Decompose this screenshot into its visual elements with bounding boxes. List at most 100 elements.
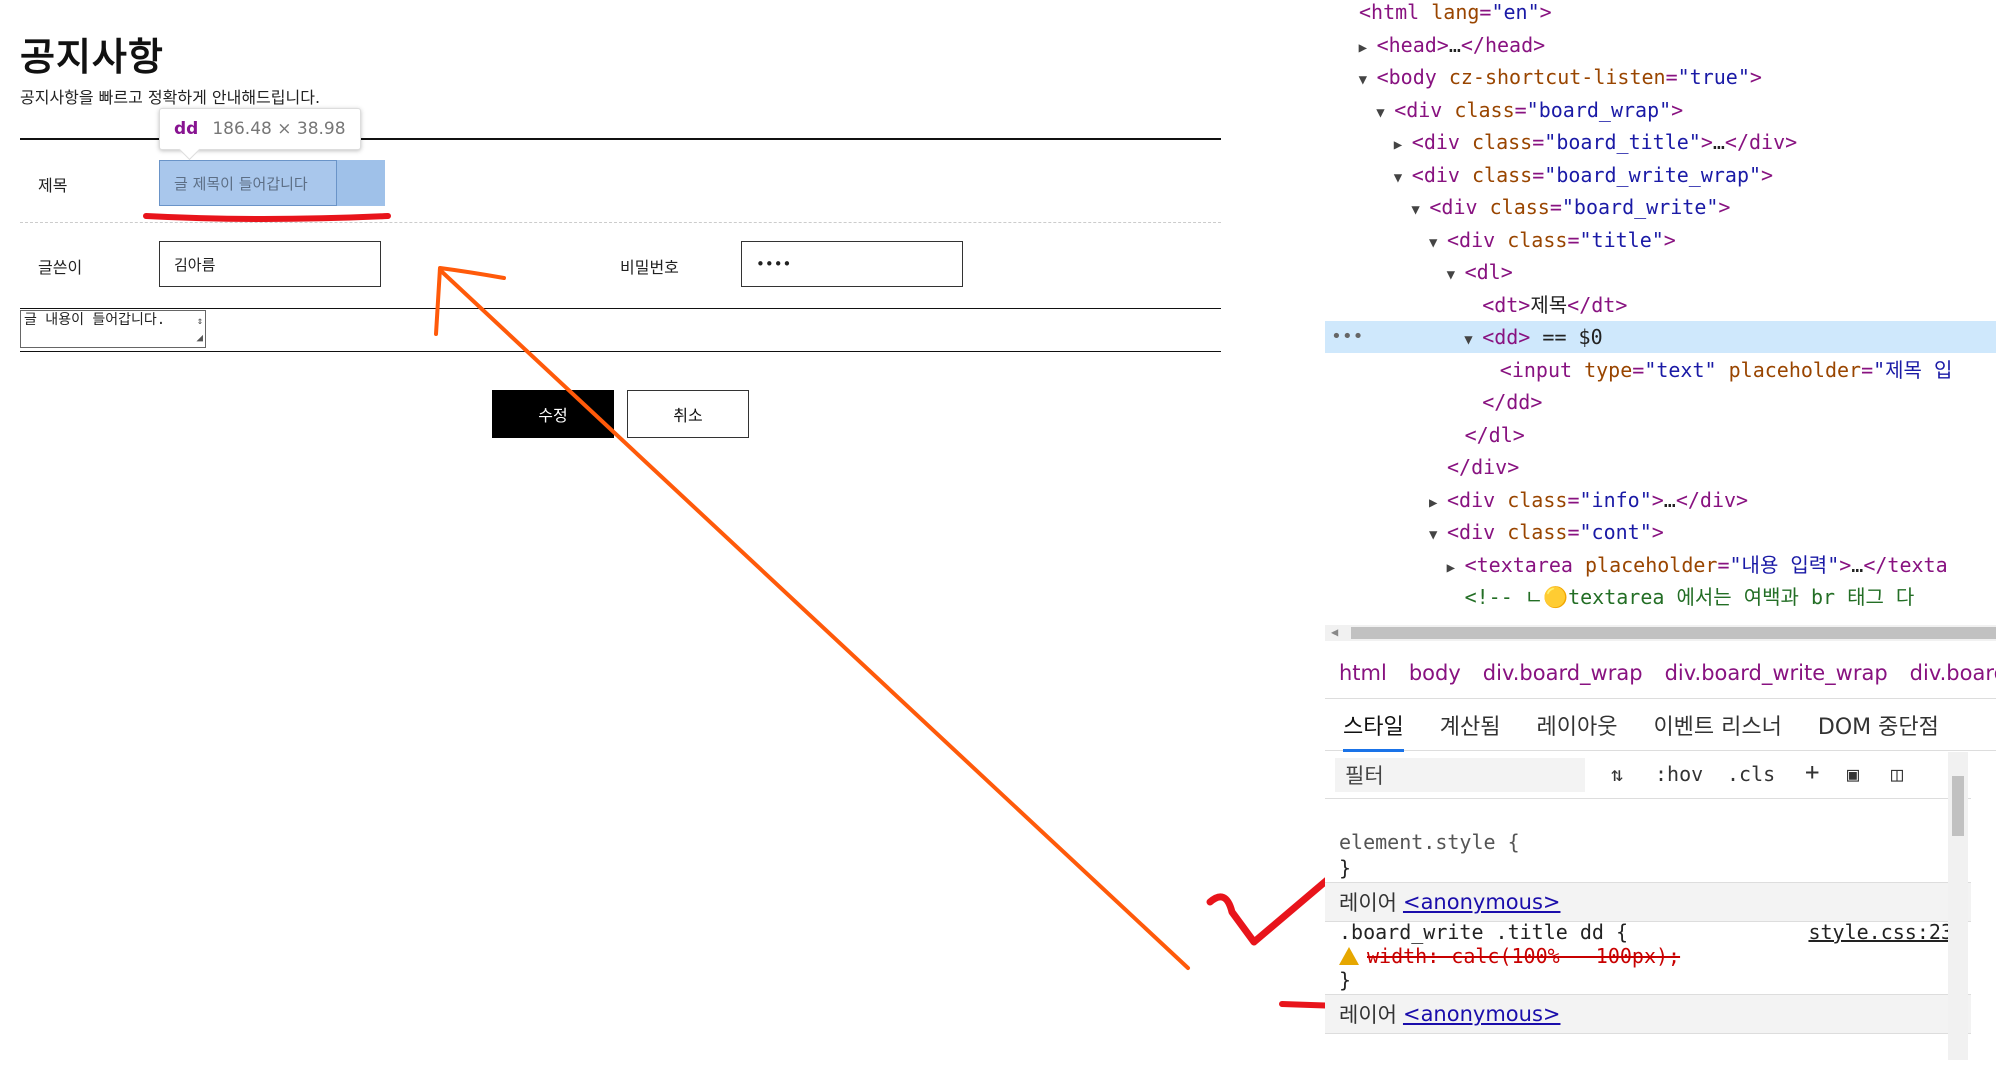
dom-node[interactable]: </dd> xyxy=(1325,386,1996,418)
dom-token: </head> xyxy=(1460,32,1546,57)
dom-token: "board_write_wrap" xyxy=(1544,162,1762,187)
cls-toggle[interactable]: .cls xyxy=(1727,762,1775,786)
dom-token: "제목 입 xyxy=(1873,357,1953,382)
new-rule-button[interactable]: + xyxy=(1805,758,1819,786)
sidebar-toggle-icon[interactable]: ◫ xyxy=(1891,762,1903,786)
dom-node[interactable]: ▶ <head>…</head> xyxy=(1325,29,1996,61)
dom-token: = xyxy=(1567,227,1580,252)
breadcrumb-item[interactable]: div.board_wrap xyxy=(1483,661,1643,685)
expand-toggle-icon[interactable]: ▼ xyxy=(1447,259,1465,291)
dom-token: = xyxy=(1665,65,1678,89)
expand-toggle-icon[interactable]: ▼ xyxy=(1376,97,1394,129)
dom-token: = xyxy=(1532,130,1545,154)
dom-token: <div xyxy=(1447,520,1508,544)
rule-source-link[interactable]: style.css:239 xyxy=(1808,920,1965,944)
dom-token: class xyxy=(1489,195,1550,219)
styles-pane: element.style { } 레이어 <anonymous> .board… xyxy=(1325,800,1971,1072)
dom-token: <html xyxy=(1359,0,1432,24)
devtools-panel: <html lang="en"> ▶ <head>…</head> ▼ <body cz… xyxy=(1325,0,1996,1072)
dom-node[interactable]: ▼ <div class="title"> xyxy=(1325,224,1996,256)
dom-node[interactable]: <html lang="en"> xyxy=(1325,0,1996,28)
dom-token: "true" xyxy=(1677,65,1750,89)
styles-scroll-thumb[interactable] xyxy=(1952,776,1964,836)
dom-node[interactable]: ▶ <div class="info">…</div> xyxy=(1325,484,1996,516)
layer-link[interactable]: <anonymous> xyxy=(1403,890,1561,914)
dom-node[interactable]: ▼ <div class="board_write_wrap"> xyxy=(1325,159,1996,191)
layers-icon[interactable]: ⇅ xyxy=(1611,762,1623,786)
scroll-thumb[interactable] xyxy=(1351,627,1996,639)
expand-toggle-icon[interactable]: ▶ xyxy=(1429,487,1447,519)
scroll-left-icon[interactable]: ◀ xyxy=(1331,625,1338,639)
expand-toggle-icon[interactable]: ▶ xyxy=(1394,129,1412,161)
breadcrumb: html body div.board_wrap div.board_write_wr… xyxy=(1325,648,1996,699)
dom-node[interactable]: <input type="text" placeholder="제목 입 xyxy=(1325,354,1996,386)
expand-toggle-icon[interactable]: ▶ xyxy=(1359,32,1377,64)
dom-token: = xyxy=(1717,552,1730,577)
dom-token: > xyxy=(1539,0,1552,24)
dom-node[interactable]: ▼ <div class="board_write"> xyxy=(1325,191,1996,223)
filter-input[interactable]: 필터 xyxy=(1335,758,1585,792)
dom-node[interactable]: </div> xyxy=(1325,451,1996,483)
styles-toolbar: 필터 ⇅ :hov .cls + ▣ ◫ xyxy=(1325,752,1971,799)
tab-2[interactable]: 레이아웃 xyxy=(1536,709,1617,741)
layer-link-2[interactable]: <anonymous> xyxy=(1403,1002,1561,1026)
expand-toggle-icon[interactable]: ▶ xyxy=(1447,552,1465,584)
tab-1[interactable]: 계산됨 xyxy=(1440,709,1501,741)
dom-token: <div xyxy=(1394,97,1455,122)
paint-icon[interactable]: ▣ xyxy=(1847,762,1859,786)
dom-token: <div xyxy=(1411,130,1473,154)
breadcrumb-item[interactable]: body xyxy=(1409,661,1461,685)
dom-token: class xyxy=(1507,487,1568,512)
dom-token: "board_wrap" xyxy=(1526,97,1672,122)
devtools-tabs: 스타일 계산됨 레이아웃 이벤트 리스너 DOM 중단점 xyxy=(1325,700,1996,752)
dom-node[interactable]: ▶ <div class="board_title">…</div> xyxy=(1325,126,1996,158)
dom-node-selected[interactable]: ▼ <dd> == $0 ••• xyxy=(1325,321,1996,353)
dom-token: <dd> xyxy=(1482,325,1531,349)
arrow-annotation xyxy=(438,268,1190,970)
expand-toggle-icon[interactable]: ▼ xyxy=(1359,64,1377,96)
underline-title-annotation xyxy=(143,213,391,222)
dom-token: > xyxy=(1700,130,1713,154)
tab-3[interactable]: 이벤트 리스너 xyxy=(1653,709,1781,741)
dom-node[interactable]: ▼ <div class="cont"> xyxy=(1325,516,1996,548)
dom-node[interactable]: ▼ <body cz-shortcut-listen="true"> xyxy=(1325,61,1996,93)
dom-token: </dt> xyxy=(1567,292,1628,317)
expand-toggle-icon[interactable]: ▼ xyxy=(1411,194,1429,226)
tab-0[interactable]: 스타일 xyxy=(1343,709,1404,752)
dom-node[interactable]: ▶ <textarea placeholder="내용 입력">…</texta xyxy=(1325,549,1996,581)
dom-token: placeholder xyxy=(1728,357,1862,382)
dom-node[interactable]: <dt>제목</dt> xyxy=(1325,289,1996,321)
dom-token: = xyxy=(1514,97,1527,122)
dom-token: <div xyxy=(1447,487,1508,512)
more-options-icon[interactable]: ••• xyxy=(1331,321,1364,353)
element-style-selector[interactable]: element.style { xyxy=(1339,830,1520,854)
styles-scrollbar[interactable] xyxy=(1948,752,1968,1060)
dom-token: > xyxy=(1651,520,1664,544)
dom-node[interactable]: <!-- ㄴ🟡textarea 에서는 여백과 br 태그 다 xyxy=(1325,581,1996,613)
dom-token: > xyxy=(1749,65,1762,89)
dom-token: class xyxy=(1472,130,1533,154)
dom-token: type xyxy=(1584,357,1633,382)
breadcrumb-item[interactable]: html xyxy=(1339,661,1387,685)
breadcrumb-item[interactable]: div.board_write_wrap xyxy=(1665,661,1888,685)
dom-token: = xyxy=(1567,520,1580,544)
dom-node[interactable]: </dl> xyxy=(1325,419,1996,451)
tab-4[interactable]: DOM 중단점 xyxy=(1818,709,1939,741)
horizontal-scrollbar[interactable]: ◀ xyxy=(1325,625,1996,641)
dom-node[interactable]: ▼ <div class="board_wrap"> xyxy=(1325,94,1996,126)
dom-node[interactable]: ▼ <dl> xyxy=(1325,256,1996,288)
dom-token: > xyxy=(1761,162,1774,187)
expand-toggle-icon[interactable]: ▼ xyxy=(1429,227,1447,259)
hov-toggle[interactable]: :hov xyxy=(1655,762,1703,786)
element-style-close: } xyxy=(1339,856,1352,880)
dom-token: = xyxy=(1479,0,1492,24)
rule-declaration[interactable]: width: calc(100% - 100px); xyxy=(1339,944,1680,968)
expand-toggle-icon[interactable]: ▼ xyxy=(1464,324,1482,356)
breadcrumb-item[interactable]: div.board_ xyxy=(1910,661,1996,685)
dom-token: "내용 입력" xyxy=(1729,552,1840,577)
dom-token: class xyxy=(1454,97,1515,122)
expand-toggle-icon[interactable]: ▼ xyxy=(1429,519,1447,551)
rule-selector[interactable]: .board_write .title dd { xyxy=(1339,920,1628,944)
expand-toggle-icon[interactable]: ▼ xyxy=(1394,162,1412,194)
dom-token: </div> xyxy=(1724,130,1798,154)
